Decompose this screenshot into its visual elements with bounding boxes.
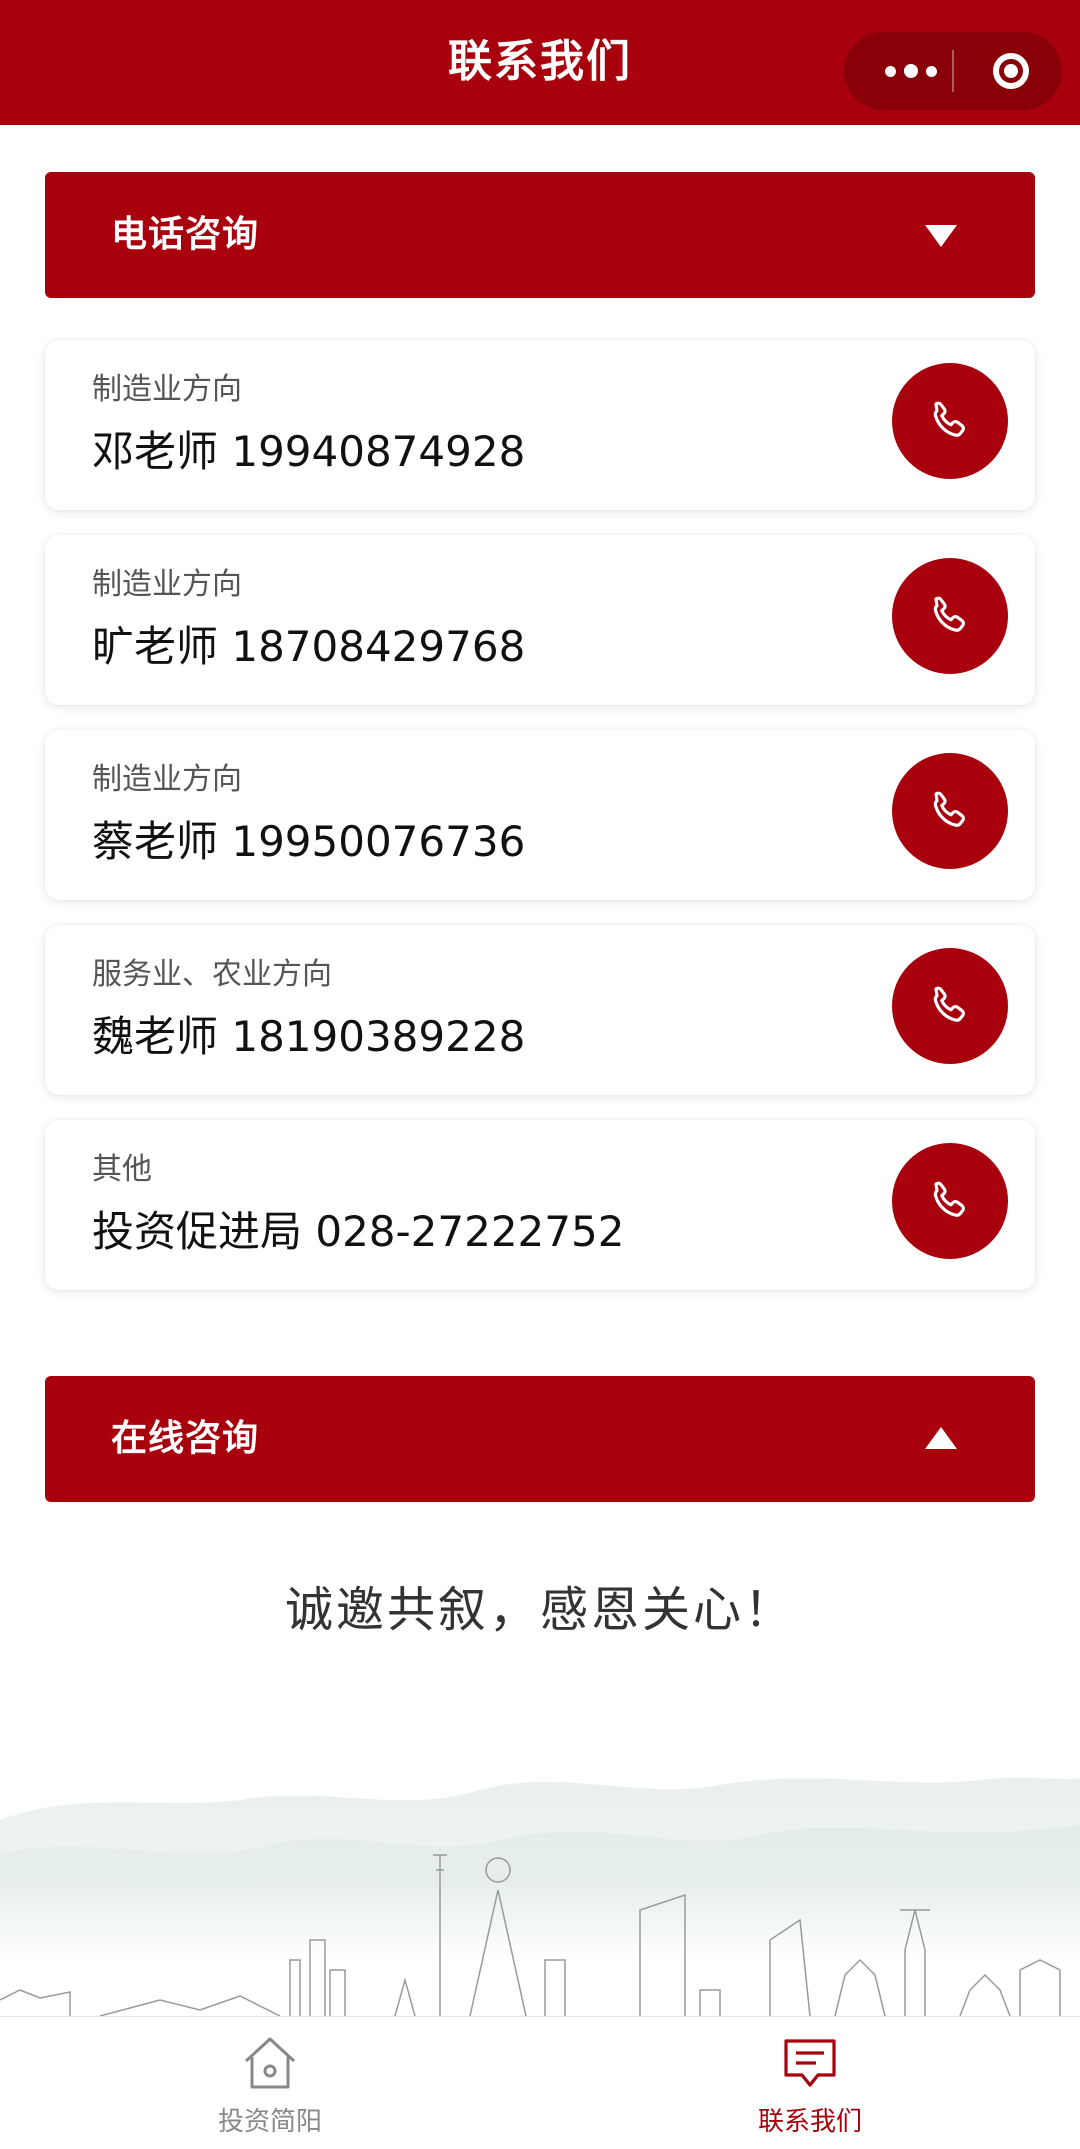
contact-direction: 其他 xyxy=(92,1152,152,1187)
phone-consultation-header[interactable]: 电话咨询 xyxy=(45,172,1035,298)
more-menu-button[interactable] xyxy=(870,32,952,110)
call-button[interactable] xyxy=(892,558,1008,674)
phone-icon xyxy=(933,401,965,437)
message-icon xyxy=(784,2039,836,2087)
phone-icon xyxy=(933,596,965,632)
contact-name-phone: 魏老师 18190389228 xyxy=(92,1012,526,1061)
phone-icon xyxy=(933,1181,965,1217)
mini-program-capsule xyxy=(844,32,1062,110)
contact-name-phone: 蔡老师 19950076736 xyxy=(92,817,526,866)
phone-icon xyxy=(933,986,965,1022)
contact-direction: 制造业方向 xyxy=(92,567,242,602)
tab-invest-jianyang[interactable]: 投资简阳 xyxy=(0,2017,540,2149)
contact-direction: 制造业方向 xyxy=(92,762,242,797)
city-skyline-illustration xyxy=(0,1760,1080,2016)
tab-label: 投资简阳 xyxy=(217,2107,322,2137)
tab-contact-us[interactable]: 联系我们 xyxy=(540,2017,1080,2149)
invitation-text: 诚邀共叙，感恩关心！ xyxy=(284,1582,795,1638)
triangle-up-icon xyxy=(925,1427,957,1449)
capsule-divider xyxy=(952,50,954,92)
more-dot-icon xyxy=(926,65,937,77)
top-navigation-bar: 联系我们 xyxy=(0,0,1080,125)
phone-consultation-label: 电话咨询 xyxy=(111,214,260,255)
contact-direction: 制造业方向 xyxy=(92,372,242,407)
target-icon xyxy=(993,53,1029,89)
contact-card: 服务业、农业方向 魏老师 18190389228 xyxy=(45,925,1035,1095)
contact-card: 制造业方向 邓老师 19940874928 xyxy=(45,340,1035,510)
more-dot-icon xyxy=(904,64,918,78)
call-button[interactable] xyxy=(892,948,1008,1064)
contact-card: 制造业方向 蔡老师 19950076736 xyxy=(45,730,1035,900)
contact-card: 其他 投资促进局 028-27222752 xyxy=(45,1120,1035,1290)
contact-card: 制造业方向 旷老师 18708429768 xyxy=(45,535,1035,705)
more-dot-icon xyxy=(885,65,896,77)
contact-name-phone: 投资促进局 028-27222752 xyxy=(92,1207,625,1256)
triangle-down-icon xyxy=(925,225,957,247)
phone-icon xyxy=(933,791,965,827)
call-button[interactable] xyxy=(892,1143,1008,1259)
contact-name-phone: 旷老师 18708429768 xyxy=(92,622,526,671)
bottom-tab-bar: 投资简阳 联系我们 xyxy=(0,2016,1080,2149)
contact-direction: 服务业、农业方向 xyxy=(92,957,332,992)
call-button[interactable] xyxy=(892,753,1008,869)
home-icon xyxy=(244,2037,296,2089)
call-button[interactable] xyxy=(892,363,1008,479)
online-consultation-label: 在线咨询 xyxy=(111,1418,260,1459)
close-mini-program-button[interactable] xyxy=(972,32,1050,110)
tab-label: 联系我们 xyxy=(757,2107,862,2137)
online-consultation-header[interactable]: 在线咨询 xyxy=(45,1376,1035,1502)
contact-name-phone: 邓老师 19940874928 xyxy=(92,427,526,476)
